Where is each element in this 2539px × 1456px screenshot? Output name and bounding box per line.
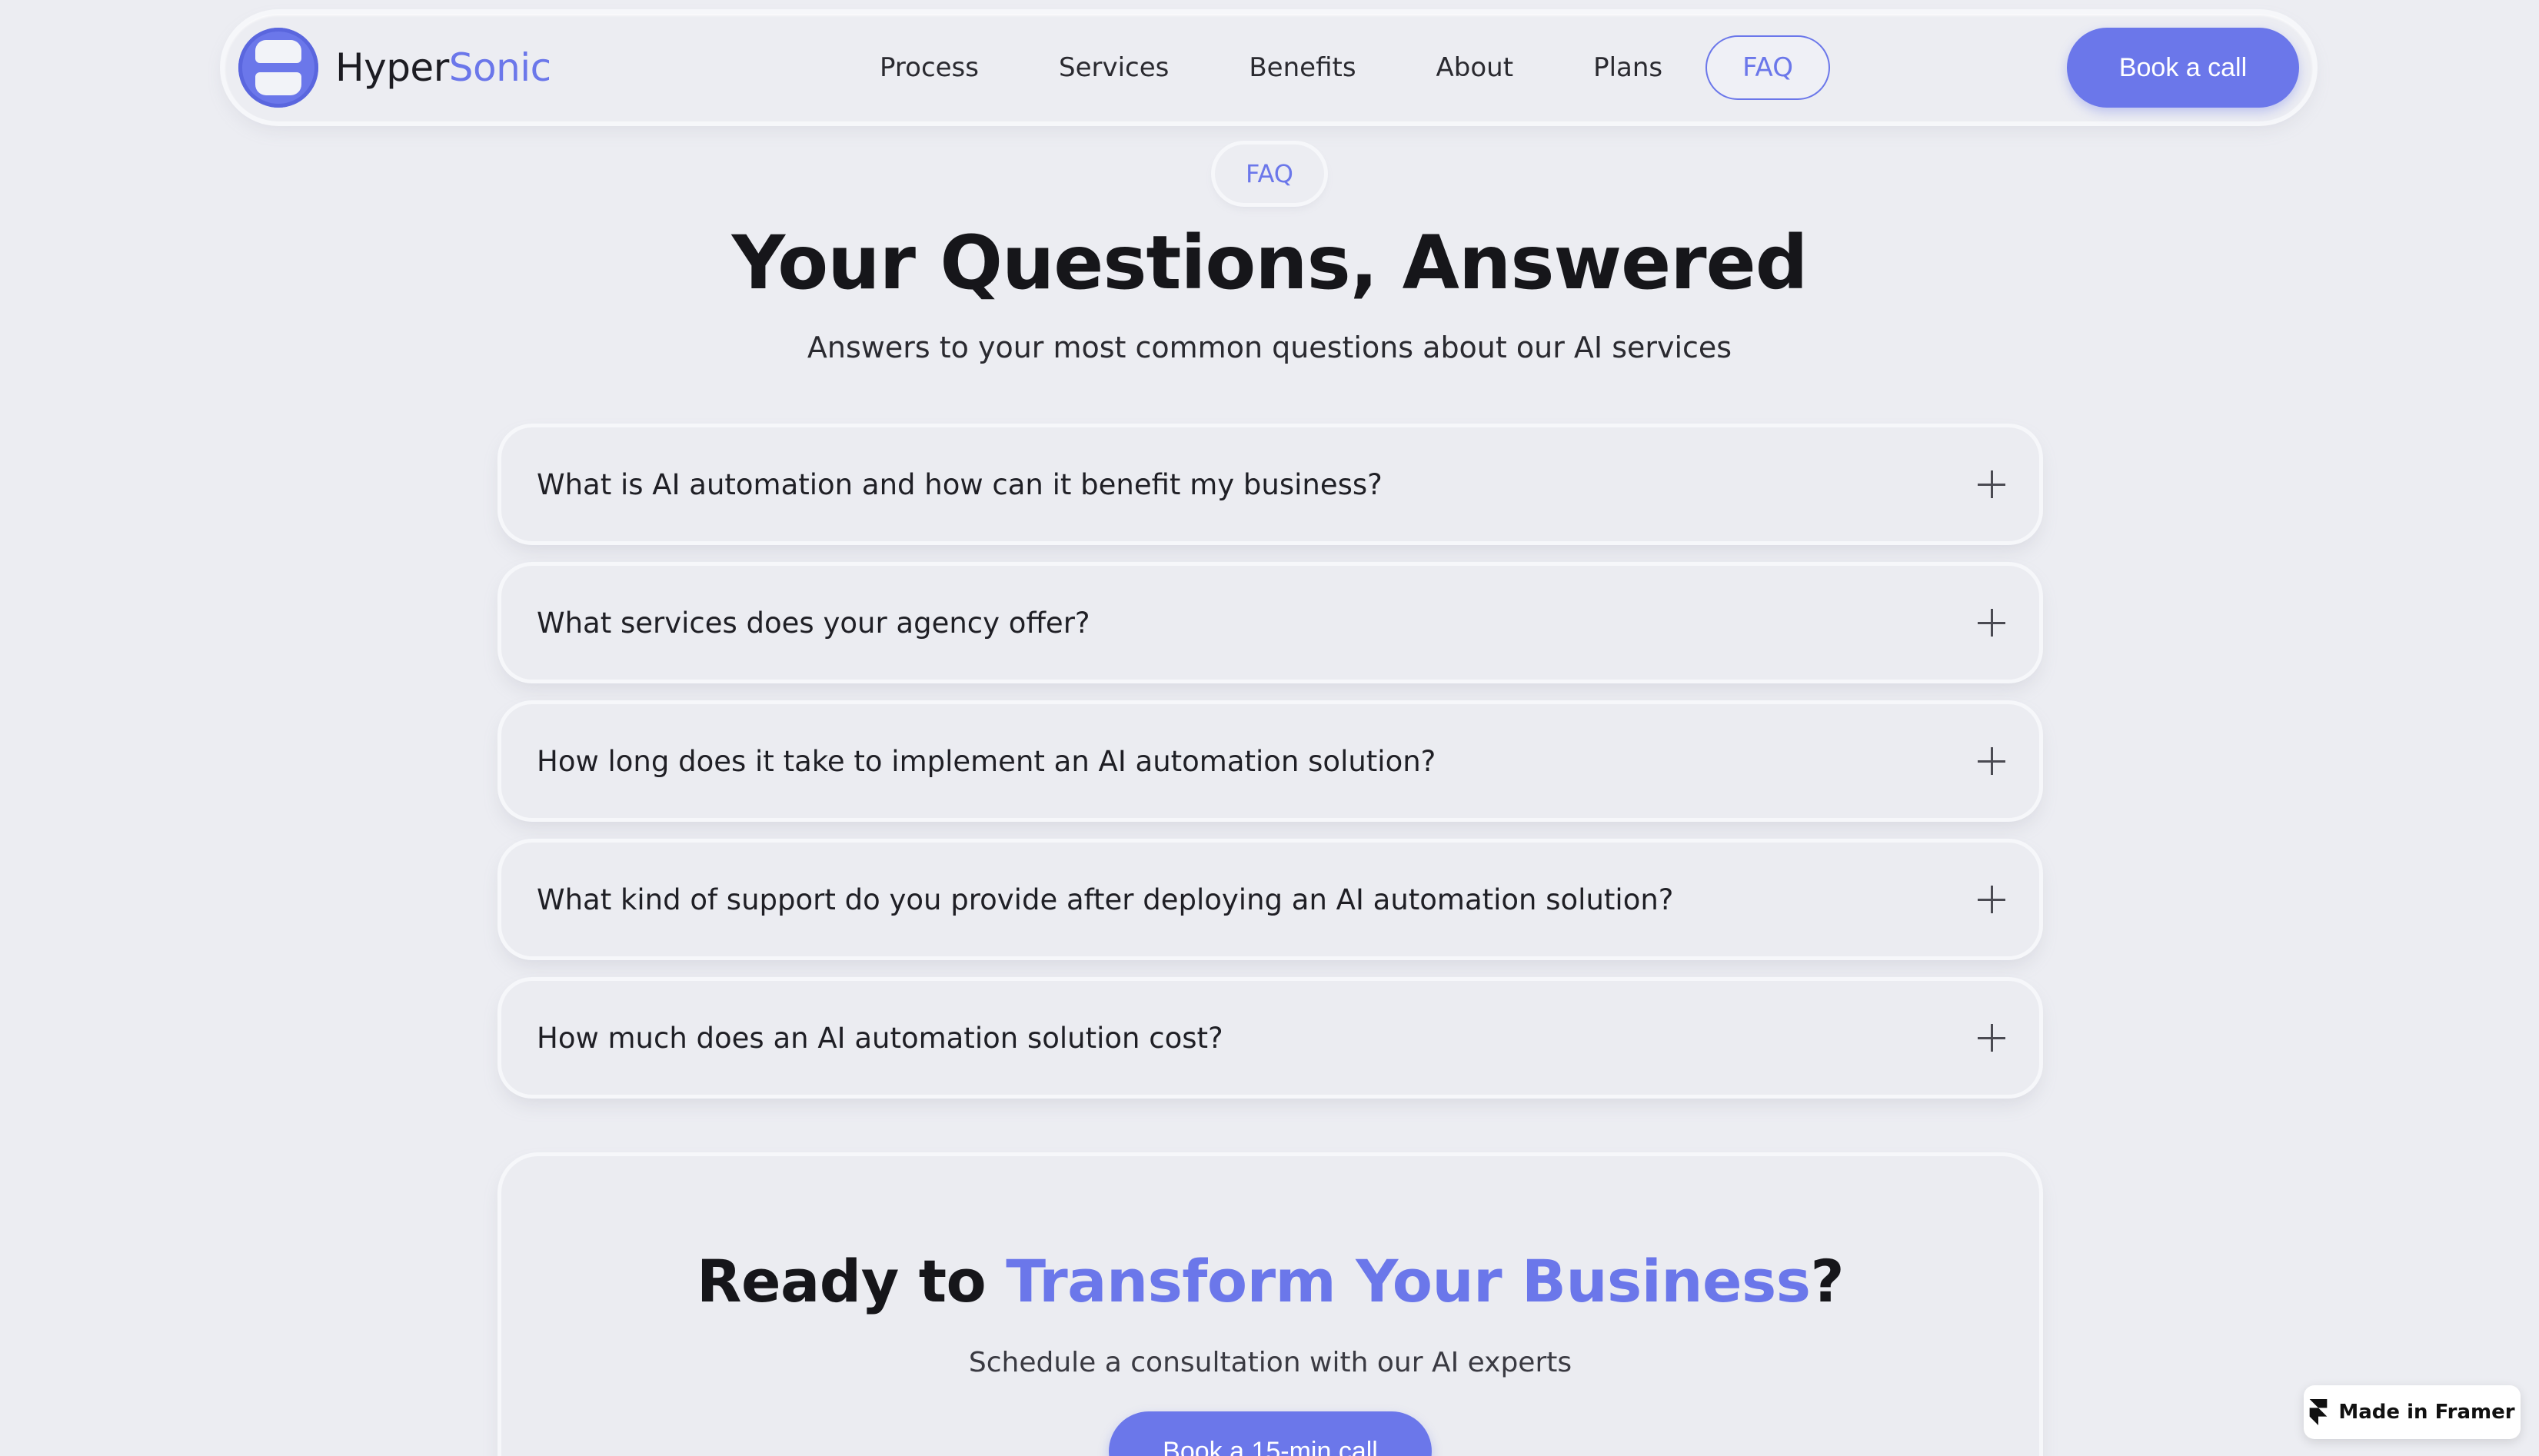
faq-item[interactable]: How long does it take to implement an AI… [501,704,2039,818]
hypersonic-logo-icon [238,28,318,108]
nav-link-process[interactable]: Process [840,35,1019,100]
book-a-call-button[interactable]: Book a call [2067,28,2299,108]
faq-item[interactable]: What services does your agency offer? [501,566,2039,680]
faq-question: How long does it take to implement an AI… [537,744,1436,778]
cta-subtitle: Schedule a consultation with our AI expe… [968,1347,1572,1378]
cta-title-accent: Transform Your Business [1006,1247,1811,1315]
nav-links: Process Services Benefits About Plans FA… [840,35,1830,100]
book-consultation-button[interactable]: Book a 15-min call [1109,1411,1432,1456]
navbar: HyperSonic Process Services Benefits Abo… [225,14,2313,121]
section-title: Your Questions, Answered [731,220,1809,306]
cta-title-suffix: ? [1810,1247,1845,1315]
plus-icon[interactable] [1978,886,2005,913]
faq-question: How much does an AI automation solution … [537,1021,1223,1055]
cta-title-prefix: Ready to [696,1247,1007,1315]
faq-item[interactable]: What is AI automation and how can it ben… [501,427,2039,541]
framer-logo-icon [2310,1399,2328,1425]
nav-link-services[interactable]: Services [1019,35,1209,100]
nav-link-about[interactable]: About [1396,35,1554,100]
faq-question: What kind of support do you provide afte… [537,883,1674,916]
section-subtitle: Answers to your most common questions ab… [807,331,1732,364]
nav-link-plans[interactable]: Plans [1553,35,1702,100]
brand-name: HyperSonic [335,45,551,90]
nav-link-faq[interactable]: FAQ [1705,35,1830,100]
cta-title: Ready to Transform Your Business? [501,1247,2039,1315]
nav-link-benefits[interactable]: Benefits [1209,35,1396,100]
faq-item[interactable]: How much does an AI automation solution … [501,981,2039,1095]
made-in-framer-badge[interactable]: Made in Framer [2304,1385,2521,1439]
plus-icon[interactable] [1978,470,2005,498]
plus-icon[interactable] [1978,747,2005,775]
badge-label: Made in Framer [2338,1401,2515,1424]
faq-item[interactable]: What kind of support do you provide afte… [501,843,2039,956]
faq-question: What services does your agency offer? [537,606,1090,640]
cta-card: Ready to Transform Your Business? Schedu… [501,1156,2039,1456]
brand-name-main: Hyper [335,45,449,90]
plus-icon[interactable] [1978,609,2005,637]
section-eyebrow-badge: FAQ [1215,145,1324,203]
faq-list: What is AI automation and how can it ben… [501,427,2039,1119]
brand-logo[interactable]: HyperSonic [238,28,551,108]
faq-question: What is AI automation and how can it ben… [537,467,1383,501]
brand-name-accent: Sonic [448,45,551,90]
plus-icon[interactable] [1978,1024,2005,1052]
